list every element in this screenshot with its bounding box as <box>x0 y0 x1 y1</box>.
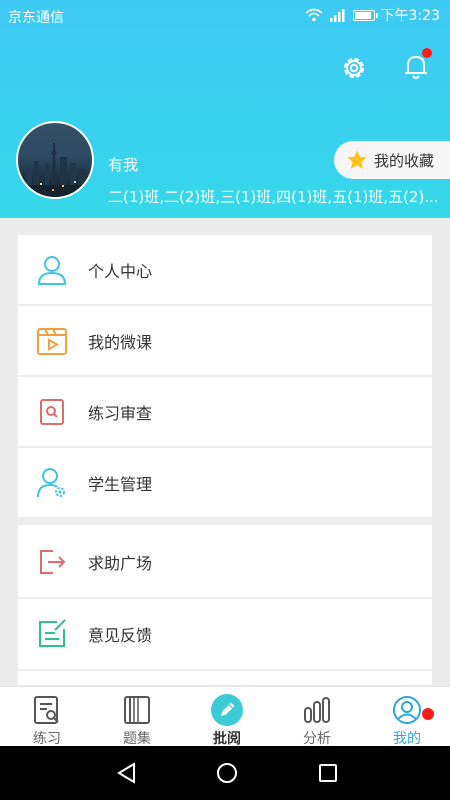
tab-question-set[interactable]: 题集 <box>92 687 182 747</box>
menu-label: 意见反馈 <box>88 626 153 645</box>
tab-label: 批阅 <box>213 731 241 747</box>
back-icon[interactable] <box>116 762 138 784</box>
menu-item-my-microcourses[interactable]: 我的微课 <box>18 306 432 376</box>
pencil-icon <box>209 694 245 726</box>
wifi-icon <box>305 8 323 22</box>
divider <box>18 669 432 671</box>
tab-label: 题集 <box>123 731 151 747</box>
tab-practice[interactable]: 练习 <box>2 687 92 747</box>
menu-item-personal-center[interactable]: 个人中心 <box>18 235 432 305</box>
tab-mine[interactable]: 我的 <box>362 687 450 747</box>
settings-gear-icon[interactable] <box>340 54 368 82</box>
menu-item-student-management[interactable]: 学生管理 <box>18 448 432 518</box>
status-icons: 下午3:23 <box>305 5 440 25</box>
menu-card-secondary: 求助广场 意见反馈 <box>18 525 432 685</box>
menu-label: 我的微课 <box>88 333 153 352</box>
home-icon[interactable] <box>216 762 238 784</box>
user-gear-icon <box>34 465 70 501</box>
video-icon <box>34 323 70 359</box>
signal-icon <box>329 9 345 22</box>
status-bar: 京东通信 下午3:23 <box>0 0 450 30</box>
book-icon <box>119 694 155 726</box>
profile-icon <box>389 694 425 726</box>
menu-item-help-square[interactable]: 求助广场 <box>18 527 432 597</box>
battery-icon <box>352 9 378 21</box>
exit-icon <box>34 544 70 580</box>
menu-item-practice-review[interactable]: 练习审查 <box>18 377 432 447</box>
username: 有我 <box>108 156 139 174</box>
carrier-name: 京东通信 <box>8 10 64 26</box>
bottom-tab-bar: 练习 题集 批阅 分析 我的 <box>0 686 450 747</box>
profile-header: 京东通信 下午3:23 有我 二(1)班,二(2)班,三(1)班,四(1)班,五… <box>0 0 450 218</box>
practice-icon <box>29 694 65 726</box>
avatar[interactable] <box>16 121 94 199</box>
menu-label: 求助广场 <box>88 554 153 573</box>
menu-item-feedback[interactable]: 意见反馈 <box>18 599 432 669</box>
favorites-label: 我的收藏 <box>374 151 435 170</box>
recents-icon[interactable] <box>318 763 338 783</box>
menu-label: 学生管理 <box>88 475 153 494</box>
tab-analysis[interactable]: 分析 <box>272 687 362 747</box>
chart-icon <box>299 694 335 726</box>
class-list: 二(1)班,二(2)班,三(1)班,四(1)班,五(1)班,五(2)... <box>108 188 438 206</box>
system-nav-bar <box>0 746 450 800</box>
clock: 下午3:23 <box>380 8 440 24</box>
notification-button[interactable] <box>402 48 432 82</box>
user-icon <box>34 252 70 288</box>
menu-label: 练习审查 <box>88 404 153 423</box>
menu-card-primary: 个人中心 我的微课 练习审查 学生管理 <box>18 235 432 517</box>
tab-review[interactable]: 批阅 <box>182 687 272 747</box>
favorites-button[interactable]: 我的收藏 <box>334 141 450 179</box>
menu-label: 个人中心 <box>88 262 153 281</box>
feedback-icon <box>34 616 70 652</box>
tab-label: 分析 <box>303 731 331 747</box>
tab-badge <box>422 708 434 720</box>
city-skyline-image <box>18 143 92 197</box>
notification-badge <box>422 48 432 58</box>
search-doc-icon <box>34 394 70 430</box>
star-icon <box>347 150 367 169</box>
tab-label: 我的 <box>393 731 421 747</box>
tab-label: 练习 <box>33 731 61 747</box>
